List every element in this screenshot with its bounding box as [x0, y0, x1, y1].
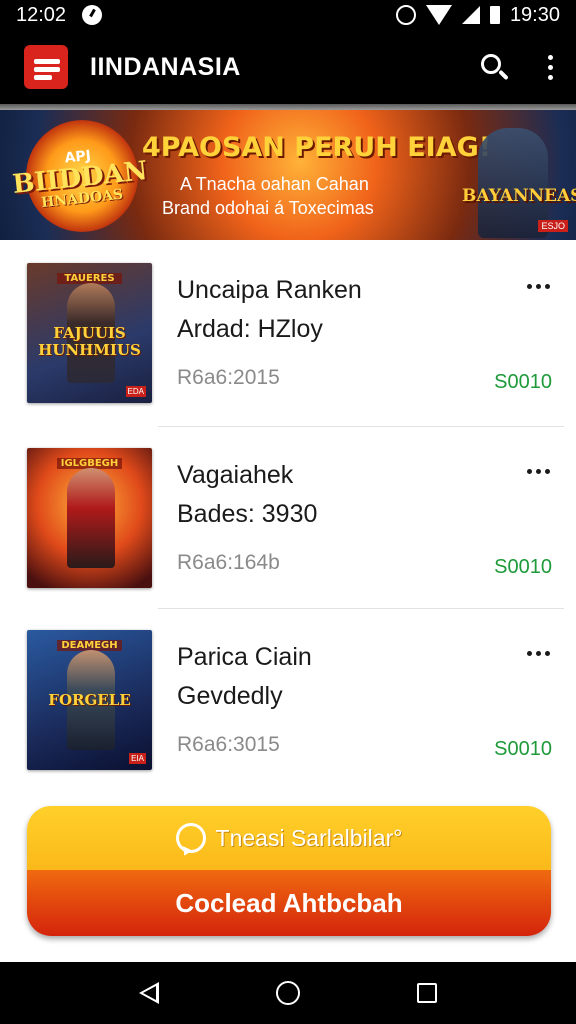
battery-icon: [489, 6, 500, 24]
status-bar: 12:02 19:30: [0, 0, 576, 30]
wifi-icon: [425, 5, 452, 25]
more-vert-icon[interactable]: [544, 47, 556, 87]
item-title: Uncaipa Ranken: [177, 276, 362, 304]
item-title: Parica Ciain: [177, 643, 312, 671]
thumbnail-caption: FORGELE: [48, 691, 131, 709]
status-time: 12:02: [16, 3, 67, 26]
banner-badge: APJ BIIDDAN HNADOAS: [11, 142, 149, 213]
system-nav-bar: [0, 962, 576, 1024]
item-more-icon[interactable]: [527, 469, 550, 474]
game-thumbnail: DEAMEGH FORGELE EIA: [27, 630, 152, 770]
status-icons: 19:30: [395, 3, 560, 27]
cta-lower-label: Coclead Ahtbcbah: [175, 887, 403, 918]
item-price: S0010: [494, 371, 552, 393]
promo-banner[interactable]: APJ BIIDDAN HNADOAS 4PAOSAN PERUH EIAG! …: [0, 110, 576, 240]
whatsapp-icon: [175, 823, 206, 853]
cta-upper[interactable]: Tneasi Sarlalbilar°: [27, 806, 551, 870]
item-subtitle: Ardad: HZloy: [177, 315, 323, 343]
item-subtitle: Gevdedly: [177, 682, 283, 710]
item-subtitle: Bades: 3930: [177, 500, 318, 528]
item-price: S0010: [494, 556, 552, 578]
item-more-icon[interactable]: [527, 284, 550, 289]
item-meta: R6a6:3015: [177, 733, 280, 756]
app-logo-icon[interactable]: [24, 45, 68, 89]
banner-subline-2: Brand odohai á Toxecimas: [162, 198, 374, 218]
alarm-icon: [395, 5, 416, 25]
cta-upper-label: Tneasi Sarlalbilar°: [215, 824, 403, 851]
status-clock: 19:30: [509, 3, 560, 26]
app-title: IINDANASIA: [90, 52, 241, 81]
thumbnail-tag: EDA: [125, 386, 146, 397]
back-icon[interactable]: [138, 982, 159, 1004]
banner-headline: 4PAOSAN PERUH EIAG!: [142, 132, 492, 163]
banner-rating-tag: ESJO: [538, 220, 568, 232]
cta-button[interactable]: Tneasi Sarlalbilar° Coclead Ahtbcbah: [27, 806, 551, 936]
signal-icon: [461, 6, 480, 24]
notification-icon: [82, 5, 103, 25]
item-meta: R6a6:2015: [177, 366, 280, 389]
item-title: Vagaiahek: [177, 461, 294, 489]
thumbnail-tag: EIA: [129, 753, 146, 764]
item-price: S0010: [494, 738, 552, 760]
cta-lower[interactable]: Coclead Ahtbcbah: [27, 870, 551, 936]
app-bar: IINDANASIA: [0, 30, 576, 104]
banner-subline-1: A Tnacha oahan Cahan: [180, 174, 369, 194]
game-thumbnail: TAUERES FAJUUIS HUNHMIUS EDA: [27, 263, 152, 403]
list-item[interactable]: IGLGBEGH Vagaiahek Bades: 3930 R6a6:164b…: [0, 425, 576, 607]
list-item[interactable]: TAUERES FAJUUIS HUNHMIUS EDA Uncaipa Ran…: [0, 240, 576, 422]
game-thumbnail: IGLGBEGH: [27, 448, 152, 588]
item-more-icon[interactable]: [527, 651, 550, 656]
list-item[interactable]: DEAMEGH FORGELE EIA Parica Ciain Gevdedl…: [0, 607, 576, 789]
search-icon[interactable]: [474, 47, 514, 87]
banner-right-title: BAYANNEAS: [462, 186, 576, 206]
home-icon[interactable]: [275, 981, 300, 1005]
recents-icon[interactable]: [417, 983, 438, 1003]
thumbnail-figure: [67, 468, 115, 568]
thumbnail-caption: FAJUUIS HUNHMIUS: [38, 324, 141, 359]
item-meta: R6a6:164b: [177, 551, 280, 574]
